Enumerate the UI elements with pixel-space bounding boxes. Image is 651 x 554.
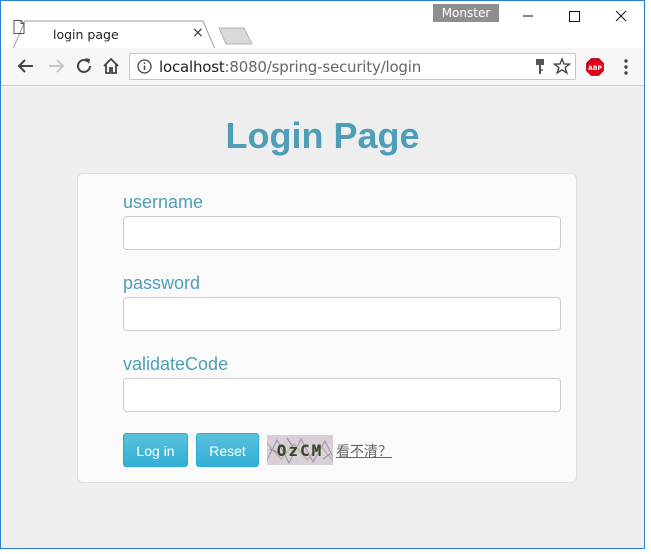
reset-button[interactable]: Reset [196, 433, 259, 467]
back-arrow-icon[interactable] [15, 55, 37, 77]
close-window-icon[interactable] [598, 3, 644, 29]
bookmark-star-icon[interactable] [553, 57, 571, 75]
forward-arrow-icon[interactable] [45, 55, 67, 77]
validate-code-input[interactable] [123, 378, 561, 412]
validate-code-label: validateCode [123, 354, 229, 374]
page-content: Login Page username password validateCod… [2, 87, 643, 548]
captcha-image[interactable]: OzCM [267, 435, 333, 465]
key-icon[interactable] [533, 58, 547, 75]
url-host: localhost [159, 58, 225, 76]
new-tab-button[interactable] [218, 27, 254, 45]
captcha-refresh-link[interactable]: 看不清？ [336, 441, 392, 461]
title-bar: login page × Monster [1, 1, 644, 49]
document-icon [13, 20, 25, 34]
captcha-text: OzCM [277, 441, 324, 460]
maximize-icon[interactable] [551, 3, 597, 29]
username-label: username [123, 192, 204, 212]
browser-toolbar: localhost:8080/spring-security/login ABP [1, 48, 644, 86]
url-path: :8080/spring-security/login [224, 58, 422, 76]
address-bar[interactable]: localhost:8080/spring-security/login [129, 53, 576, 80]
menu-dots-icon[interactable] [617, 57, 635, 77]
password-input[interactable] [123, 297, 561, 331]
page-title: Login Page [225, 115, 420, 156]
tab-title: login page [53, 27, 119, 42]
adblock-octagon: ABP [586, 58, 604, 76]
browser-window: login page × Monster localhost:8080/spri… [0, 0, 645, 549]
reload-icon[interactable] [73, 55, 95, 77]
tab-login-page[interactable]: login page × [13, 20, 216, 49]
profile-badge[interactable]: Monster [433, 4, 499, 22]
adblock-label: ABP [588, 65, 603, 72]
tab-close-icon[interactable]: × [192, 25, 204, 41]
adblock-icon[interactable]: ABP [586, 58, 604, 76]
password-label: password [123, 273, 201, 293]
login-button[interactable]: Log in [123, 433, 188, 467]
login-form: username password validateCode Log in Re… [77, 173, 577, 483]
info-icon[interactable] [137, 59, 152, 74]
minimize-icon[interactable] [505, 3, 551, 29]
home-icon[interactable] [100, 55, 122, 77]
address-url: localhost:8080/spring-security/login [159, 58, 421, 76]
username-input[interactable] [123, 216, 561, 250]
